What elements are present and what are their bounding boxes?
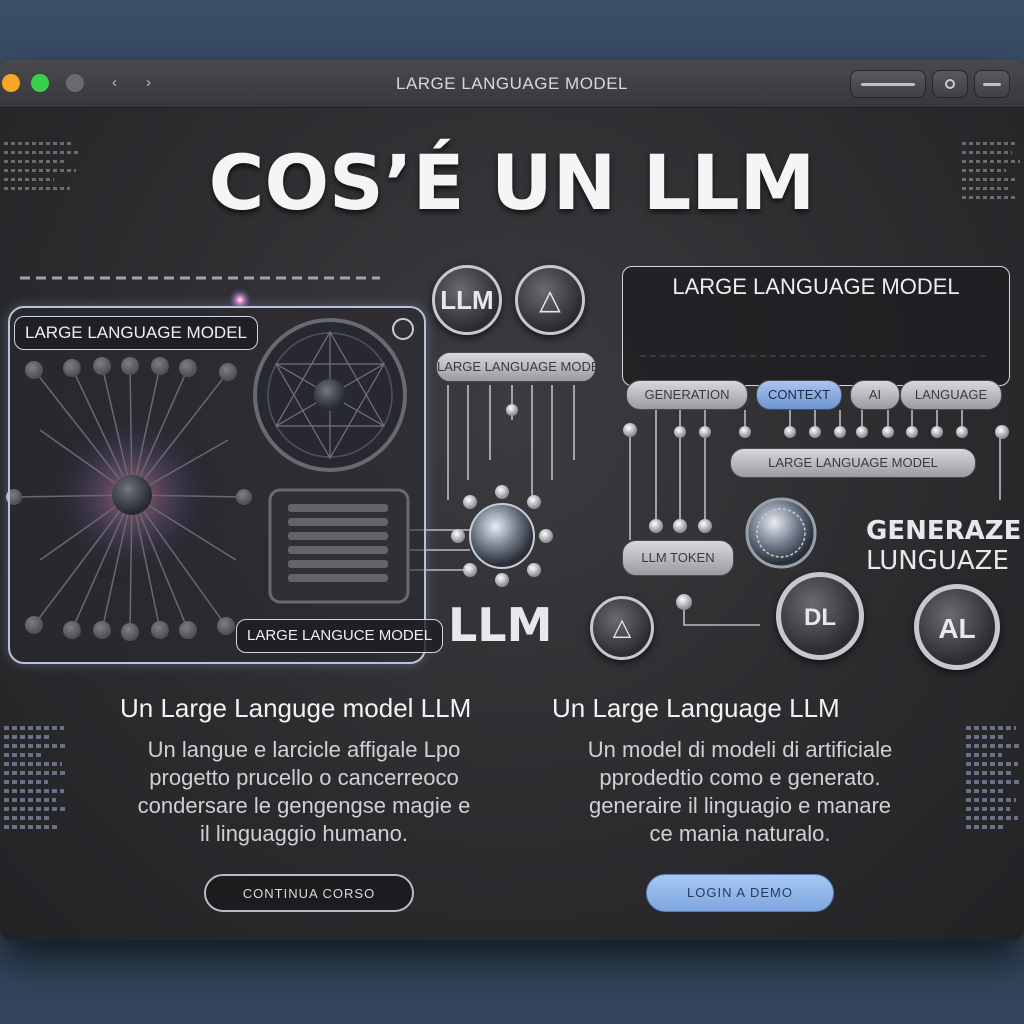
code-panel-right bbox=[966, 726, 1022, 834]
processor-orb bbox=[469, 503, 535, 569]
continue-course-button[interactable]: CONTINUA CORSO bbox=[204, 874, 414, 912]
triangle-icon[interactable]: △ bbox=[515, 265, 585, 335]
right-pill-ai[interactable]: AI bbox=[850, 380, 900, 410]
code-panel-left bbox=[4, 726, 74, 834]
side-title-line1: GENERAZE bbox=[866, 516, 1022, 546]
al-button[interactable]: AL bbox=[914, 584, 1000, 670]
section-right-title: Un Large Language LLM bbox=[552, 693, 840, 723]
right-pill-context[interactable]: CONTEXT bbox=[756, 380, 842, 410]
section-right-body: Un model di modeli di artificiale pprode… bbox=[540, 736, 940, 848]
center-pill-top[interactable]: LARGE LANGUAGE MODEL bbox=[436, 352, 596, 382]
section-right-line: Un model di modeli di artificiale bbox=[587, 737, 893, 762]
left-panel-footer: LARGE LANGUCE MODEL bbox=[236, 619, 444, 653]
right-panel-header: LARGE LANGUAGE MODEL bbox=[622, 266, 1010, 386]
section-right-line: ce mania naturalo. bbox=[649, 821, 831, 846]
section-right-line: pprodedtio como e generato. bbox=[599, 765, 881, 790]
section-left-line: il linguaggio humano. bbox=[200, 821, 408, 846]
dl-button[interactable]: DL bbox=[776, 572, 864, 660]
section-right-line: generaire il linguagio e manare bbox=[588, 793, 892, 818]
left-panel-header: LARGE LANGUAGE MODEL bbox=[14, 316, 259, 350]
section-left-body: Un langue e larcicle affigale Lpo proget… bbox=[104, 736, 504, 848]
right-wide-pill[interactable]: LARGE LANGUAGE MODEL bbox=[730, 448, 976, 478]
right-pill-language[interactable]: LANGUAGE bbox=[900, 380, 1002, 410]
section-left-title: Un Large Languge model LLM bbox=[120, 693, 472, 723]
section-left-line: progetto prucello o cancerreoco bbox=[149, 765, 459, 790]
side-title-line2: LUNGUAZE bbox=[866, 546, 1009, 576]
left-diagram-panel bbox=[8, 306, 426, 664]
section-left-line: condersare le gengengse magie e bbox=[137, 793, 471, 818]
right-pill-generation[interactable]: GENERATION bbox=[626, 380, 748, 410]
login-demo-button[interactable]: LOGIN A DEMO bbox=[646, 874, 834, 912]
triangle-button[interactable]: △ bbox=[590, 596, 654, 660]
side-title: GENERAZE LUNGUAZE bbox=[866, 516, 1021, 576]
right-lower-pill[interactable]: LLM TOKEN bbox=[622, 540, 734, 576]
center-llm-label: LLM bbox=[448, 598, 553, 652]
section-left-line: Un langue e larcicle affigale Lpo bbox=[147, 737, 461, 762]
settings-icon[interactable] bbox=[392, 318, 414, 340]
llm-badge[interactable]: LLM bbox=[432, 265, 502, 335]
app-window: ‹ › LARGE LANGUAGE MODEL COS’É UN LLM LA… bbox=[0, 60, 1024, 940]
